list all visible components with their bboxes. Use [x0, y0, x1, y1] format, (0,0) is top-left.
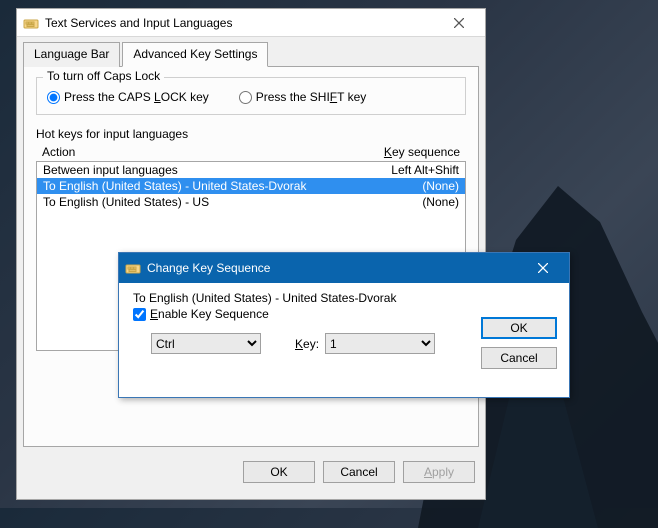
apply-button: Apply	[403, 461, 475, 483]
target-language-label: To English (United States) - United Stat…	[133, 291, 555, 305]
capslock-options: Press the CAPS LOCK key Press the SHIFT …	[47, 90, 455, 104]
radio-press-shift[interactable]: Press the SHIFT key	[239, 90, 367, 104]
list-item-action: Between input languages	[43, 163, 369, 177]
list-item[interactable]: To English (United States) - United Stat…	[37, 178, 465, 194]
enable-key-sequence-input[interactable]	[133, 308, 146, 321]
close-button[interactable]	[439, 13, 479, 33]
capslock-legend: To turn off Caps Lock	[43, 69, 164, 83]
change-key-sequence-dialog: Change Key Sequence To English (United S…	[118, 252, 570, 398]
enable-key-sequence-label: Enable Key Sequence	[150, 307, 269, 321]
radio-press-shift-input[interactable]	[239, 91, 252, 104]
list-item[interactable]: To English (United States) - US (None)	[37, 194, 465, 210]
window-title: Text Services and Input Languages	[45, 16, 439, 30]
cancel-button[interactable]: Cancel	[323, 461, 395, 483]
key-select[interactable]: 1	[325, 333, 435, 354]
tab-advanced-key-settings[interactable]: Advanced Key Settings	[122, 42, 268, 67]
dialog-button-row: OK Cancel Apply	[17, 453, 485, 493]
titlebar: Change Key Sequence	[119, 253, 569, 283]
radio-press-capslock-label: Press the CAPS LOCK key	[64, 90, 209, 104]
keyboard-icon	[125, 260, 141, 276]
radio-press-capslock-input[interactable]	[47, 91, 60, 104]
list-item-sequence: Left Alt+Shift	[369, 163, 459, 177]
modifier-select[interactable]: Ctrl	[151, 333, 261, 354]
dialog-button-column: OK Cancel	[481, 317, 557, 369]
hotkeys-section-label: Hot keys for input languages	[36, 127, 466, 141]
hotkeys-column-headers: Action Key sequence	[36, 143, 466, 161]
keyboard-icon	[23, 15, 39, 31]
cancel-button[interactable]: Cancel	[481, 347, 557, 369]
window-title: Change Key Sequence	[147, 261, 523, 275]
radio-press-capslock[interactable]: Press the CAPS LOCK key	[47, 90, 209, 104]
close-button[interactable]	[523, 258, 563, 278]
list-item[interactable]: Between input languages Left Alt+Shift	[37, 162, 465, 178]
column-action: Action	[42, 145, 384, 159]
list-item-sequence: (None)	[369, 195, 459, 209]
list-item-action: To English (United States) - US	[43, 195, 369, 209]
dialog-body: To English (United States) - United Stat…	[119, 283, 569, 397]
column-key-sequence: Key sequence	[384, 145, 460, 159]
titlebar: Text Services and Input Languages	[17, 9, 485, 37]
list-item-sequence: (None)	[369, 179, 459, 193]
ok-button[interactable]: OK	[243, 461, 315, 483]
tab-language-bar[interactable]: Language Bar	[23, 42, 120, 67]
ok-button[interactable]: OK	[481, 317, 557, 339]
radio-press-shift-label: Press the SHIFT key	[256, 90, 367, 104]
list-item-action: To English (United States) - United Stat…	[43, 179, 369, 193]
key-label: Key:	[295, 337, 319, 351]
capslock-groupbox: To turn off Caps Lock Press the CAPS LOC…	[36, 77, 466, 115]
tabstrip: Language Bar Advanced Key Settings	[23, 41, 479, 67]
